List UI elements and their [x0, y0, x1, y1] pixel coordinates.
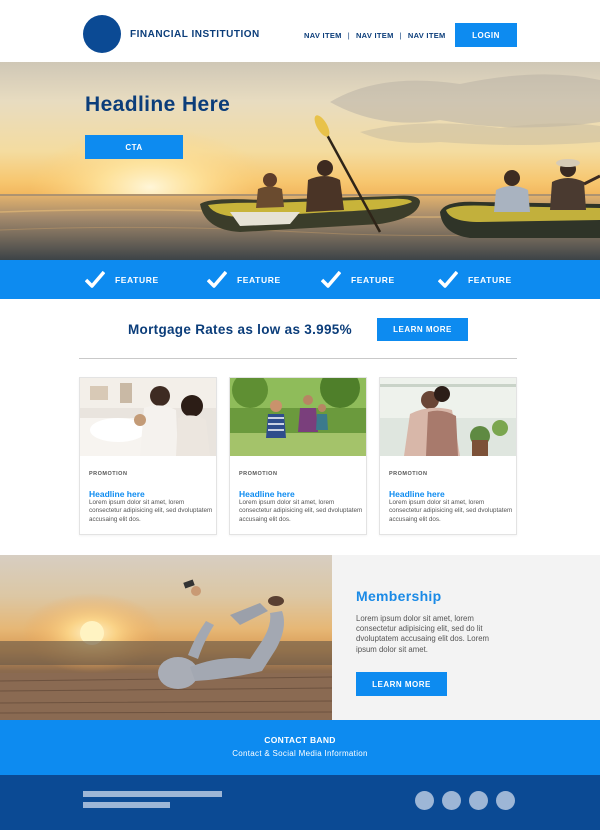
contact-subtitle: Contact & Social Media Information [232, 749, 368, 758]
login-button[interactable]: LOGIN [455, 23, 517, 47]
card-body: Lorem ipsum dolor sit amet, lorem consec… [239, 499, 363, 523]
membership-learn-more-button[interactable]: LEARN MORE [356, 672, 447, 696]
card-body: Lorem ipsum dolor sit amet, lorem consec… [389, 499, 513, 523]
mortgage-rate-text: Mortgage Rates as low as 3.995% [128, 322, 352, 337]
checkmark-icon [438, 271, 458, 288]
feature-item-1: FEATURE [85, 271, 159, 288]
family-photo [80, 378, 216, 456]
membership-photo [0, 555, 332, 720]
card-body: Lorem ipsum dolor sit amet, lorem consec… [89, 499, 213, 523]
contact-title: CONTACT BAND [264, 735, 336, 745]
couple-hug-photo [380, 378, 516, 456]
checkmark-icon [85, 271, 105, 288]
section-divider [79, 358, 517, 359]
social-icon-2[interactable] [442, 791, 461, 810]
feature-label: FEATURE [237, 274, 281, 285]
kids-outdoors-photo [230, 378, 366, 456]
feature-item-4: FEATURE [438, 271, 512, 288]
site-footer [0, 775, 600, 830]
feature-item-3: FEATURE [321, 271, 395, 288]
promo-label: PROMOTION [389, 471, 428, 477]
feature-item-2: FEATURE [207, 271, 281, 288]
promo-card-1[interactable]: PROMOTION Headline here Lorem ipsum dolo… [79, 377, 217, 535]
hero-headline: Headline Here [85, 93, 231, 116]
nav-item-1[interactable]: NAV ITEM [304, 31, 342, 40]
card-headline[interactable]: Headline here [239, 489, 295, 499]
rates-learn-more-button[interactable]: LEARN MORE [377, 318, 468, 341]
hero-banner: Headline Here CTA [0, 62, 600, 260]
membership-title: Membership [356, 588, 442, 604]
social-icon-1[interactable] [415, 791, 434, 810]
feature-label: FEATURE [115, 274, 159, 285]
nav-item-3[interactable]: NAV ITEM [408, 31, 446, 40]
checkmark-icon [321, 271, 341, 288]
promo-card-2[interactable]: PROMOTION Headline here Lorem ipsum dolo… [229, 377, 367, 535]
social-icon-4[interactable] [496, 791, 515, 810]
feature-label: FEATURE [351, 274, 395, 285]
card-headline[interactable]: Headline here [89, 489, 145, 499]
nav-item-2[interactable]: NAV ITEM [356, 31, 394, 40]
promo-card-3[interactable]: PROMOTION Headline here Lorem ipsum dolo… [379, 377, 517, 535]
footer-placeholder-line [83, 802, 170, 808]
feature-label: FEATURE [468, 274, 512, 285]
logo-icon[interactable] [83, 15, 121, 53]
hero-kayak-image [0, 74, 600, 260]
main-nav: NAV ITEM | NAV ITEM | NAV ITEM [304, 31, 446, 40]
site-header: FINANCIAL INSTITUTION NAV ITEM | NAV ITE… [0, 0, 600, 62]
brand-name[interactable]: FINANCIAL INSTITUTION [130, 29, 260, 40]
card-headline[interactable]: Headline here [389, 489, 445, 499]
social-icon-3[interactable] [469, 791, 488, 810]
checkmark-icon [207, 271, 227, 288]
membership-body: Lorem ipsum dolor sit amet, lorem consec… [356, 614, 490, 654]
promo-label: PROMOTION [239, 471, 278, 477]
cta-button[interactable]: CTA [85, 135, 183, 159]
contact-band: CONTACT BAND Contact & Social Media Info… [0, 720, 600, 775]
nav-separator: | [347, 31, 350, 40]
promo-label: PROMOTION [89, 471, 128, 477]
features-band: FEATURE FEATURE FEATURE FEATURE [0, 260, 600, 299]
nav-separator: | [399, 31, 402, 40]
footer-placeholder-line [83, 791, 222, 797]
